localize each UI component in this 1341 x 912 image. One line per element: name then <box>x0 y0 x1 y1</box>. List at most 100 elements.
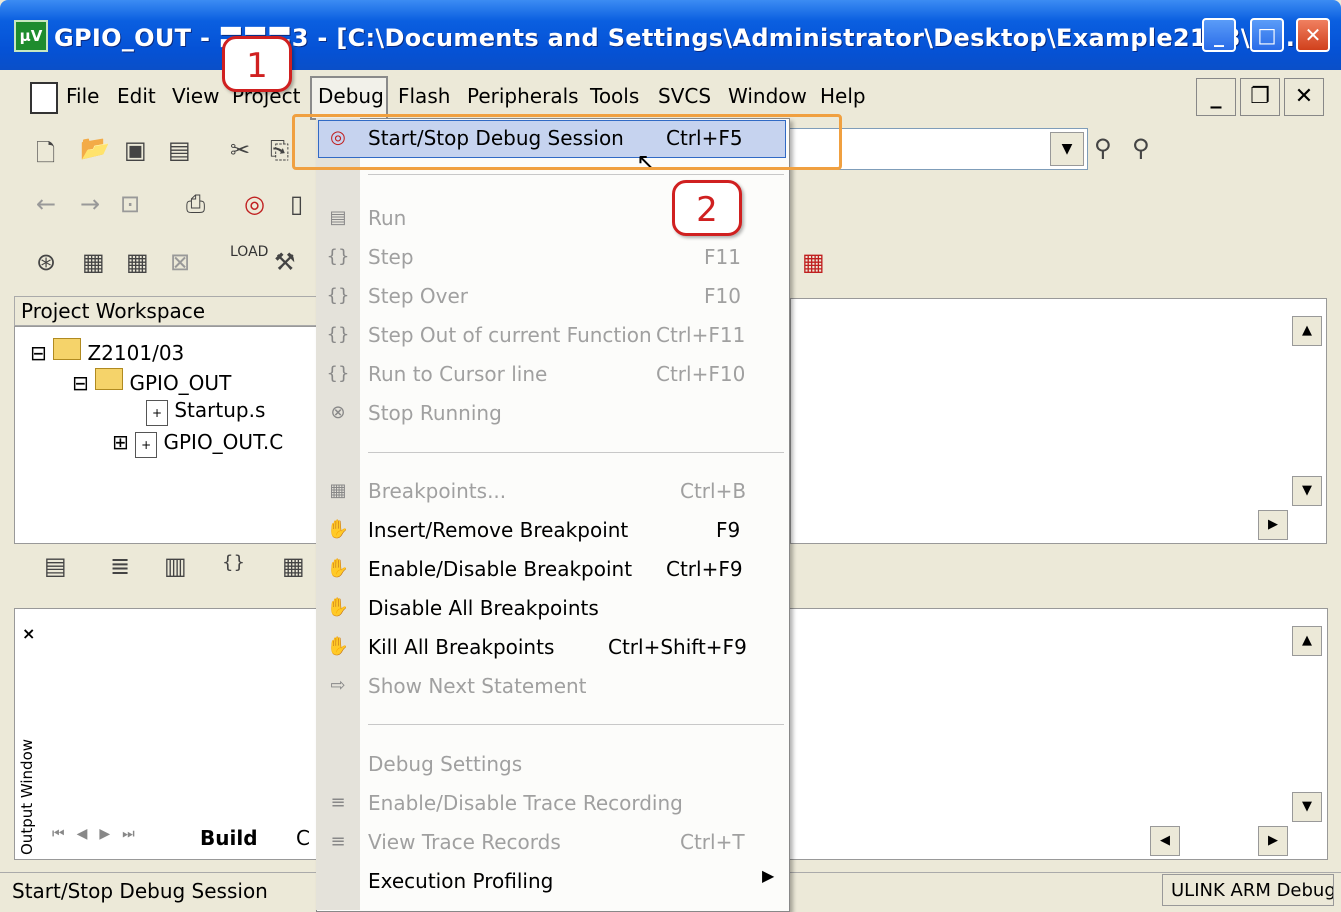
project-workspace-title: Project Workspace <box>14 296 332 326</box>
translate-icon[interactable]: ⊛ <box>36 248 56 276</box>
menu-item-stop-running[interactable]: Stop Running <box>368 401 502 425</box>
step-icon: {} <box>326 246 350 267</box>
menu-item-view-trace-records[interactable]: View Trace Records <box>368 830 561 854</box>
expand-icon[interactable]: ⊞ <box>112 430 129 454</box>
save-all-icon[interactable]: ▤ <box>168 136 191 164</box>
menu-item-debug-settings[interactable]: Debug Settings <box>368 752 522 776</box>
menu-item-enable-disable-breakpoint[interactable]: Enable/Disable Breakpoint <box>368 557 632 581</box>
status-text: Start/Stop Debug Session <box>12 879 268 903</box>
menu-item-run-to-cursor[interactable]: Run to Cursor line <box>368 362 547 386</box>
shortcut-label: Ctrl+F10 <box>656 362 746 386</box>
cut-icon[interactable]: ✂ <box>230 136 250 164</box>
shortcut-label: Ctrl+Shift+F9 <box>608 635 747 659</box>
menu-item-insert-remove-breakpoint[interactable]: Insert/Remove Breakpoint <box>368 518 628 542</box>
run-icon: ▤ <box>329 207 347 228</box>
breakpoints-icon: ▦ <box>329 480 347 501</box>
scroll-down-icon[interactable]: ▼ <box>1292 792 1322 822</box>
menu-item-run[interactable]: Run <box>368 206 406 230</box>
minimize-button[interactable]: _ <box>1202 18 1236 52</box>
files-tab-icon[interactable]: ▤ <box>44 552 67 580</box>
tree-node-group[interactable]: ⊟ GPIO_OUT <box>72 368 231 395</box>
step-out-icon: {} <box>326 324 350 345</box>
folder-icon <box>53 338 82 360</box>
print-icon[interactable]: ⎙ <box>186 190 205 218</box>
tree-label: Startup.s <box>174 398 266 422</box>
maximize-button[interactable]: □ <box>1250 18 1284 52</box>
save-icon[interactable]: ▣ <box>124 136 147 164</box>
functions-tab-icon[interactable]: {} <box>222 552 245 573</box>
document-icon <box>30 82 58 114</box>
trace-recording-icon: ≡ <box>330 792 346 813</box>
collapse-icon[interactable]: ⊟ <box>72 371 89 395</box>
tree-label: GPIO_OUT.C <box>163 430 284 454</box>
back-arrow-icon[interactable]: ← <box>36 190 56 218</box>
shortcut-label: F9 <box>716 518 741 542</box>
menu-item-step-out[interactable]: Step Out of current Function <box>368 323 652 347</box>
scroll-up-icon[interactable]: ▲ <box>1292 316 1322 346</box>
file-icon: + <box>135 432 158 458</box>
collapse-icon[interactable]: ⊟ <box>30 341 47 365</box>
menu-window[interactable]: Window <box>728 84 807 108</box>
tab-nav-arrows[interactable]: ⏮◀▶⏭ <box>52 826 147 842</box>
options-wand-icon[interactable]: ⚒ <box>274 248 296 276</box>
scroll-down-icon[interactable]: ▼ <box>1292 476 1322 506</box>
shortcut-label: Ctrl+B <box>680 479 747 503</box>
menu-peripherals[interactable]: Peripherals <box>467 84 579 108</box>
callout-1: 1 <box>222 36 292 92</box>
menu-help[interactable]: Help <box>820 84 866 108</box>
scroll-right-icon[interactable]: ▶ <box>1258 826 1288 856</box>
scroll-left-icon[interactable]: ◀ <box>1150 826 1180 856</box>
menu-edit[interactable]: Edit <box>117 84 156 108</box>
editor-pane[interactable] <box>790 298 1327 544</box>
file-icon: + <box>146 400 168 426</box>
find-icon[interactable]: ⚲ <box>1094 134 1112 162</box>
mdi-minimize-button[interactable]: _ <box>1196 78 1236 116</box>
menu-item-kill-all-breakpoints[interactable]: Kill All Breakpoints <box>368 635 554 659</box>
chevron-down-icon[interactable]: ▼ <box>1050 132 1084 166</box>
menu-debug[interactable]: Debug <box>318 84 384 108</box>
regs-tab-icon[interactable]: ≣ <box>110 552 130 580</box>
menu-item-step[interactable]: Step <box>368 245 414 269</box>
tab-build[interactable]: Build <box>200 826 258 850</box>
menu-item-disable-all-breakpoints[interactable]: Disable All Breakpoints <box>368 596 599 620</box>
close-icon[interactable]: × <box>22 624 35 643</box>
hand-icon: ✋ <box>326 558 350 579</box>
tree-node-root[interactable]: ⊟ Z2101/03 <box>30 338 184 365</box>
mdi-restore-button[interactable]: ❐ <box>1240 78 1280 116</box>
menu-flash[interactable]: Flash <box>398 84 450 108</box>
window-icon[interactable]: ▯ <box>290 190 303 218</box>
scroll-up-icon[interactable]: ▲ <box>1292 626 1322 656</box>
build-icon[interactable]: ▦ <box>82 248 105 276</box>
menu-tools[interactable]: Tools <box>590 84 639 108</box>
debug-start-icon[interactable]: ◎ <box>244 190 265 218</box>
stop-build-icon[interactable]: ⊠ <box>170 248 190 276</box>
load-icon[interactable]: LOAD <box>230 244 268 260</box>
status-debugger: ULINK ARM Debugger <box>1162 874 1334 906</box>
open-folder-icon[interactable]: 📂 <box>80 134 110 162</box>
new-file-icon[interactable]: 🗋 <box>36 136 55 177</box>
target-select-icon[interactable]: ▦ <box>802 248 825 276</box>
templates-tab-icon[interactable]: ▦ <box>282 552 305 580</box>
menu-item-breakpoints[interactable]: Breakpoints... <box>368 479 506 503</box>
trace-records-icon: ≡ <box>330 831 346 852</box>
bookmark-icon[interactable]: ⊡ <box>120 190 140 218</box>
tree-node-file[interactable]: ⊞ + GPIO_OUT.C <box>112 430 283 458</box>
find-in-files-icon[interactable]: ⚲ <box>1132 134 1150 162</box>
close-button[interactable]: ✕ <box>1296 18 1330 52</box>
tab-command[interactable]: C <box>296 826 310 850</box>
menu-item-step-over[interactable]: Step Over <box>368 284 468 308</box>
menu-view[interactable]: View <box>172 84 219 108</box>
mdi-close-button[interactable]: ✕ <box>1284 78 1324 116</box>
menu-item-execution-profiling[interactable]: Execution Profiling <box>368 869 553 893</box>
menu-file[interactable]: File <box>66 84 99 108</box>
menu-item-show-next-statement[interactable]: Show Next Statement <box>368 674 587 698</box>
books-tab-icon[interactable]: ▥ <box>164 552 187 580</box>
app-icon: μV <box>14 20 48 52</box>
rebuild-icon[interactable]: ▦ <box>126 248 149 276</box>
menu-item-trace-recording[interactable]: Enable/Disable Trace Recording <box>368 791 683 815</box>
menu-svcs[interactable]: SVCS <box>658 84 711 108</box>
scroll-right-icon[interactable]: ▶ <box>1258 510 1288 540</box>
tree-node-file[interactable]: + Startup.s <box>146 398 265 426</box>
copy-icon[interactable]: ⎘ <box>270 136 289 164</box>
forward-arrow-icon[interactable]: → <box>80 190 100 218</box>
